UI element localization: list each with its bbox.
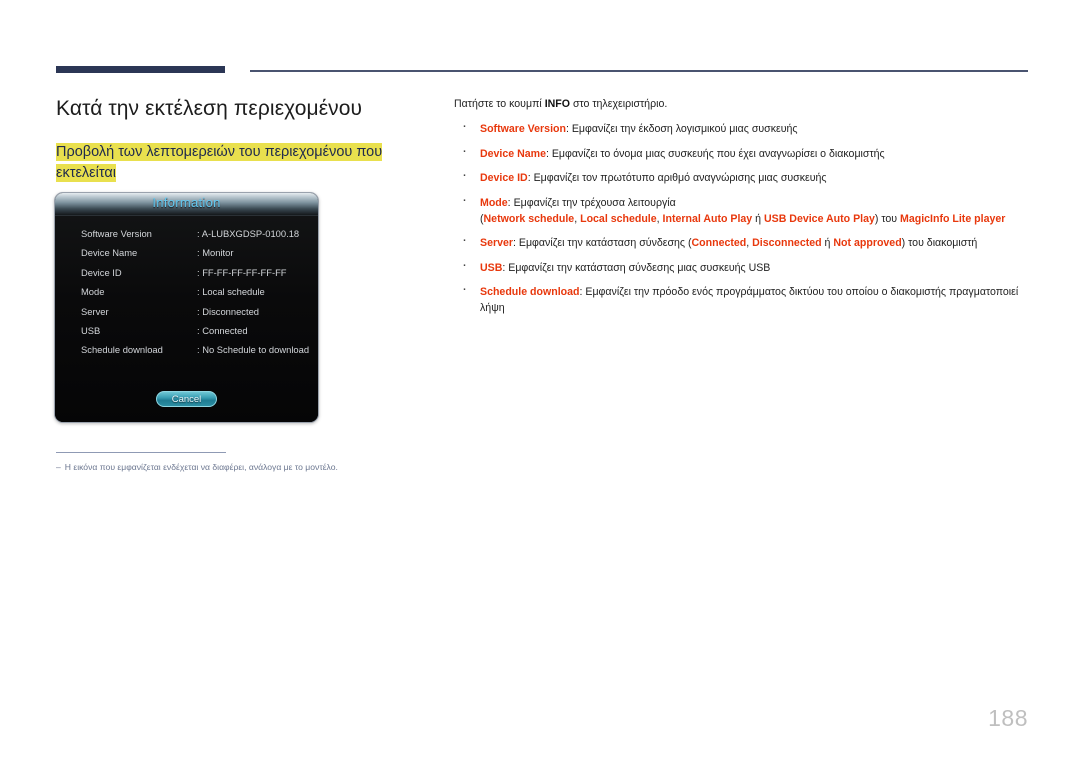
list-item: Server: Εμφανίζει την κατάσταση σύνδεσης… [454, 232, 1030, 251]
table-row: USB : Connected [55, 325, 318, 344]
term-software-version: Software Version [480, 123, 566, 135]
section-subtitle: Προβολή των λεπτομερειών του περιεχομένο… [56, 142, 436, 184]
list-item: USB: Εμφανίζει την κατάσταση σύνδεσης μι… [454, 257, 1030, 276]
item-description: Εμφανίζει τον πρωτότυπο αριθμό αναγνώρισ… [533, 172, 827, 184]
dialog-button-bar: Cancel [55, 389, 318, 407]
footnote: ‒ Η εικόνα που εμφανίζεται ενδέχεται να δ… [56, 460, 456, 474]
list-item: Software Version: Εμφανίζει την έκδοση λ… [454, 118, 1030, 137]
section-subtitle-highlight: Προβολή των λεπτομερειών του περιεχομένο… [56, 143, 383, 182]
list-item: Mode: Εμφανίζει την τρέχουσα λειτουργία(… [454, 192, 1030, 227]
bullet-list: Software Version: Εμφανίζει την έκδοση λ… [454, 118, 1030, 316]
footnote-text: Η εικόνα που εμφανίζεται ενδέχεται να δι… [64, 462, 338, 472]
row-value: : Local schedule [197, 286, 265, 298]
header-rule-thin [250, 70, 1028, 72]
row-value: : FF-FF-FF-FF-FF-FF [197, 266, 287, 278]
term-schedule-download: Schedule download [480, 286, 580, 298]
mode-options-close: ) του [874, 212, 901, 225]
row-value: : A-LUBXGDSP-0100.18 [197, 228, 300, 239]
option-not-approved: Not approved [833, 237, 902, 249]
page-number: 188 [988, 705, 1028, 731]
row-label: USB [81, 324, 101, 336]
information-dialog: Information Software Version : A-LUBXGDSP… [54, 192, 319, 423]
table-row: Schedule download : No Schedule to downlo… [55, 344, 318, 363]
option-local-schedule: Local schedule [580, 212, 657, 225]
term-mode: Mode [480, 196, 508, 209]
list-item: Device ID: Εμφανίζει τον πρωτότυπο αριθμ… [454, 167, 1030, 186]
right-column: Πατήστε το κουμπί INFO στο τηλεχειριστήρ… [454, 96, 1030, 325]
dialog-title: Information [152, 195, 221, 210]
dialog-body: Software Version : A-LUBXGDSP-0100.18 Dev… [55, 216, 318, 422]
footnote-divider [56, 452, 226, 453]
intro-paragraph: Πατήστε το κουμπί INFO στο τηλεχειριστήρ… [454, 96, 1030, 112]
table-row: Device ID : FF-FF-FF-FF-FF-FF [55, 267, 318, 286]
option-sep: ή [752, 212, 764, 225]
term-usb: USB [480, 261, 503, 274]
item-description: Εμφανίζει την τρέχουσα λειτουργία [513, 196, 676, 209]
term-device-name: Device Name [480, 147, 546, 160]
intro-text-after: στο τηλεχειριστήριο. [570, 98, 668, 110]
cancel-button[interactable]: Cancel [156, 391, 217, 407]
option-disconnected: Disconnected [752, 237, 822, 249]
item-description: Εμφανίζει την κατάσταση σύνδεσης μιας συ… [508, 261, 771, 274]
row-value: : Disconnected [197, 305, 260, 317]
item-description: Εμφανίζει την έκδοση λογισμικού μιας συσ… [571, 123, 798, 135]
term-server: Server [480, 237, 513, 249]
item-description-after: ) του διακομιστή [901, 237, 978, 249]
row-value: : Monitor [197, 247, 234, 259]
item-description-before: Εμφανίζει την κατάσταση σύνδεσης ( [518, 237, 692, 249]
option-sep: ή [821, 237, 834, 249]
row-label: Server [81, 305, 109, 317]
row-value: : No Schedule to download [197, 344, 310, 356]
table-row: Software Version : A-LUBXGDSP-0100.18 [55, 228, 318, 247]
table-row: Mode : Local schedule [55, 286, 318, 305]
footnote-dash: ‒ [56, 462, 61, 472]
intro-text-before: Πατήστε το κουμπί [454, 98, 545, 110]
option-internal-auto-play: Internal Auto Play [662, 212, 753, 225]
option-network-schedule: Network schedule [483, 212, 575, 225]
row-label: Mode [81, 286, 105, 298]
table-row: Device Name : Monitor [55, 247, 318, 266]
list-item: Device Name: Εμφανίζει το όνομα μιας συσ… [454, 143, 1030, 162]
option-connected: Connected [691, 237, 747, 249]
row-value: : Connected [197, 324, 248, 336]
option-magicinfo-lite-player: MagicInfo Lite player [900, 212, 1006, 225]
page-title: Κατά την εκτέλεση περιεχομένου [56, 97, 363, 120]
row-label: Device Name [81, 247, 138, 259]
left-column: Κατά την εκτέλεση περιεχομένου Προβολή τ… [56, 96, 436, 198]
dialog-titlebar: Information [55, 193, 318, 216]
list-item: Schedule download: Εμφανίζει την πρόοδο … [454, 281, 1030, 316]
item-description: Εμφανίζει το όνομα μιας συσκευής που έχε… [551, 147, 885, 160]
info-button-name: INFO [544, 98, 570, 110]
row-label: Software Version [81, 228, 152, 239]
table-row: Server : Disconnected [55, 306, 318, 325]
header-rule-thick [56, 66, 225, 73]
option-usb-device-auto-play: USB Device Auto Play [763, 212, 875, 225]
row-label: Schedule download [81, 344, 163, 356]
term-device-id: Device ID [480, 172, 528, 184]
row-label: Device ID [81, 266, 122, 278]
